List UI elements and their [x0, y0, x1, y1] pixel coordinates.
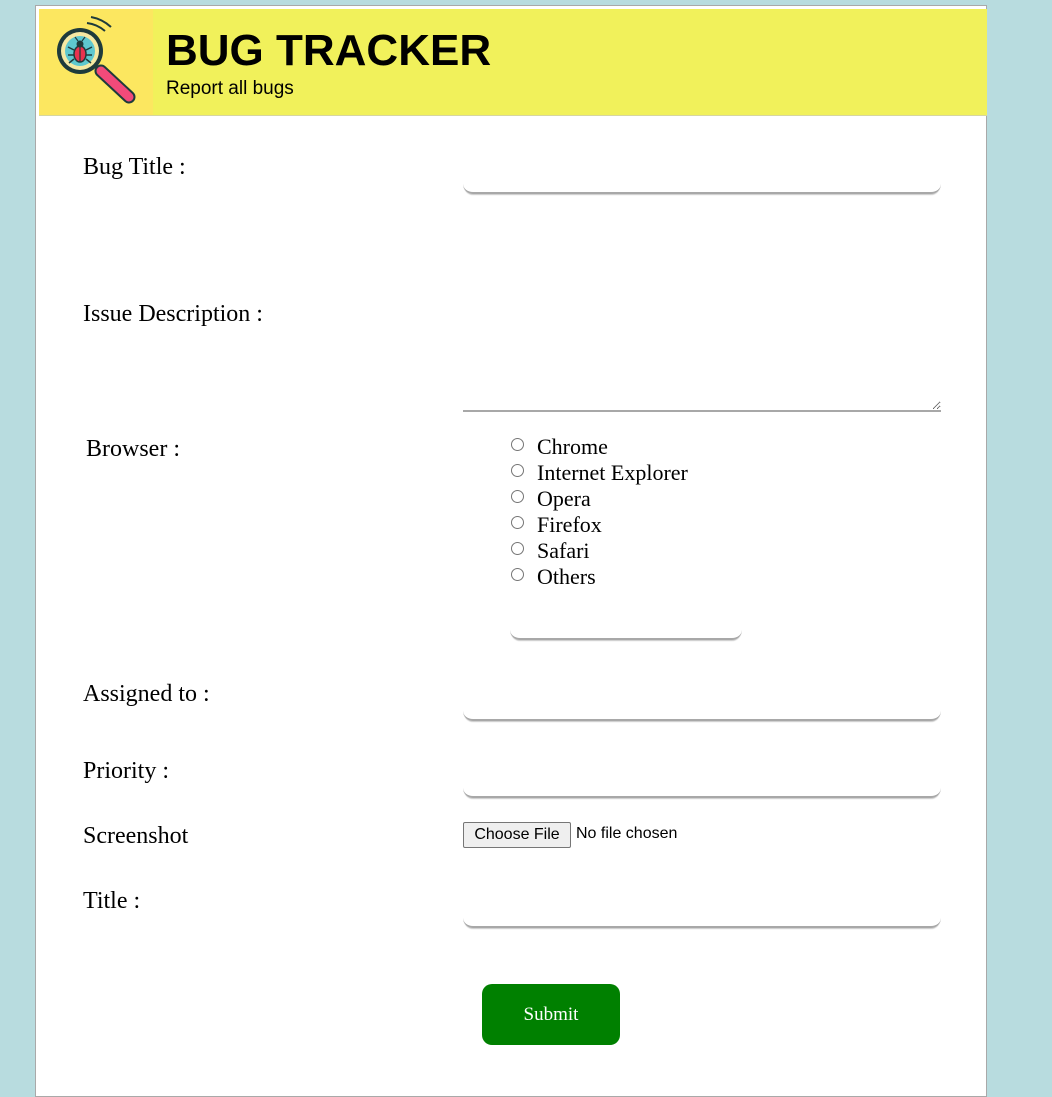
- browser-option-label: Chrome: [537, 434, 608, 459]
- browser-option-label: Opera: [537, 486, 591, 511]
- screenshot-label: Screenshot: [83, 823, 189, 849]
- other-browser-input[interactable]: [510, 614, 742, 640]
- browser-radio-group: Chrome Internet Explorer Opera Firefox S…: [510, 434, 688, 590]
- bug-magnifier-icon: [39, 9, 153, 115]
- app-title: BUG TRACKER: [166, 26, 492, 75]
- bug-title-input[interactable]: [463, 166, 941, 194]
- browser-option-label: Others: [537, 564, 596, 589]
- browser-option-safari[interactable]: Safari: [510, 538, 688, 564]
- priority-input[interactable]: [463, 770, 941, 798]
- bug-title-label: Bug Title :: [83, 154, 186, 180]
- radio-button[interactable]: [511, 515, 524, 529]
- browser-option-others[interactable]: Others: [510, 564, 688, 590]
- app-subtitle: Report all bugs: [166, 78, 294, 99]
- issue-description-label: Issue Description :: [83, 301, 263, 327]
- browser-label: Browser :: [86, 436, 180, 462]
- browser-option-label: Safari: [537, 538, 590, 563]
- assigned-to-label: Assigned to :: [83, 681, 210, 707]
- choose-file-button[interactable]: Choose File: [463, 822, 571, 848]
- radio-button[interactable]: [511, 463, 524, 477]
- radio-button[interactable]: [511, 437, 524, 451]
- radio-button[interactable]: [511, 541, 524, 555]
- title-label: Title :: [83, 888, 141, 914]
- title-input[interactable]: [463, 900, 941, 928]
- browser-option-firefox[interactable]: Firefox: [510, 512, 688, 538]
- browser-option-chrome[interactable]: Chrome: [510, 434, 688, 460]
- browser-option-label: Internet Explorer: [537, 460, 688, 485]
- bug-form-card: BUG TRACKER Report all bugs Bug Title : …: [35, 5, 987, 1097]
- header-banner: BUG TRACKER Report all bugs: [39, 9, 987, 116]
- browser-option-opera[interactable]: Opera: [510, 486, 688, 512]
- radio-button[interactable]: [511, 567, 524, 581]
- assigned-to-input[interactable]: [463, 693, 941, 721]
- priority-label: Priority :: [83, 758, 170, 784]
- radio-button[interactable]: [511, 489, 524, 503]
- browser-option-internet-explorer[interactable]: Internet Explorer: [510, 460, 688, 486]
- file-status-text: No file chosen: [576, 825, 678, 842]
- submit-button[interactable]: Submit: [482, 984, 620, 1045]
- issue-description-textarea[interactable]: [463, 298, 941, 412]
- browser-option-label: Firefox: [537, 512, 602, 537]
